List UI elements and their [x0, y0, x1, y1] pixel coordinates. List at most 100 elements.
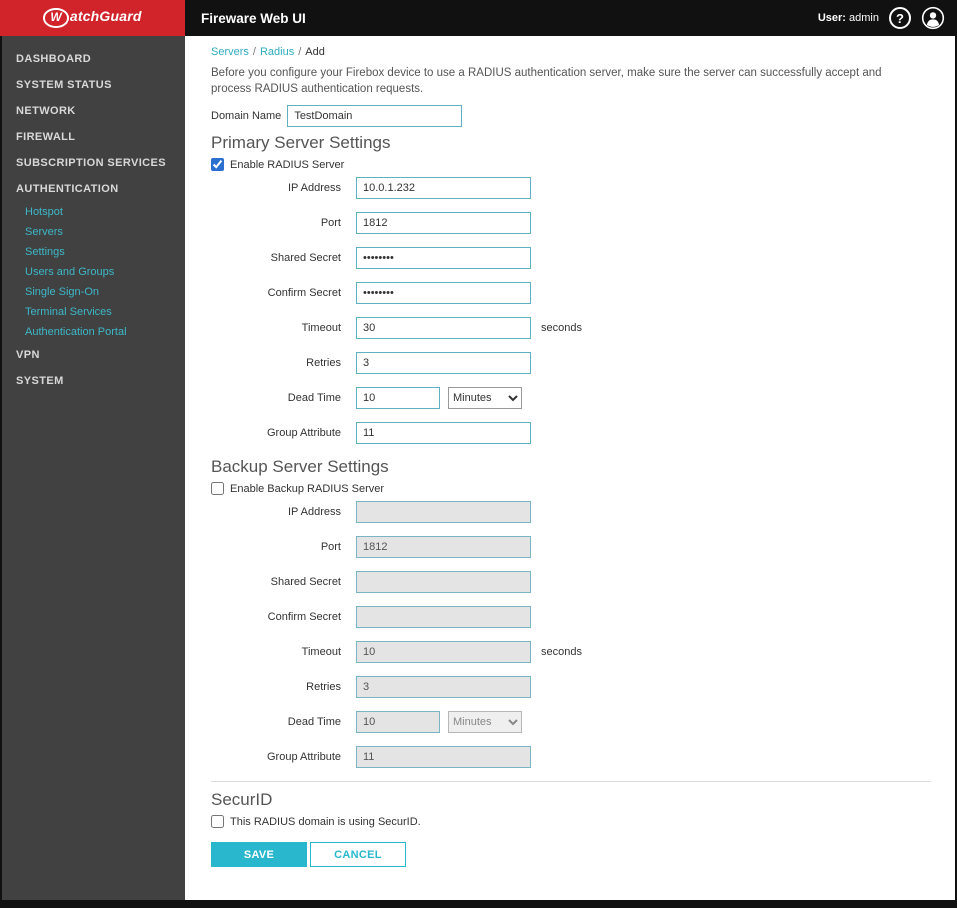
breadcrumb-radius-link[interactable]: Radius — [260, 46, 294, 58]
backup-group-attribute-input[interactable] — [356, 746, 531, 769]
sidebar-subitem-users-and-groups[interactable]: Users and Groups — [2, 262, 185, 282]
sidebar-item-system-status[interactable]: SYSTEM STATUS — [2, 72, 185, 98]
sidebar-subitem-hotspot[interactable]: Hotspot — [2, 202, 185, 222]
securid-section: SecurID This RADIUS domain is using Secu… — [211, 781, 931, 829]
backup-deadtime-row: Dead Time Minutes — [211, 711, 931, 734]
backup-ip-input[interactable] — [356, 501, 531, 524]
breadcrumb-separator: / — [298, 46, 302, 58]
backup-port-row: Port — [211, 536, 931, 559]
backup-deadtime-unit-select[interactable]: Minutes — [448, 711, 522, 734]
sidebar-item-authentication[interactable]: AUTHENTICATION — [2, 176, 185, 202]
backup-group-attribute-row: Group Attribute — [211, 746, 931, 769]
main-content: Servers / Radius / Add Before you configure … — [185, 36, 955, 900]
backup-shared-secret-label: Shared Secret — [270, 576, 341, 589]
securid-checkbox[interactable] — [211, 815, 224, 829]
save-button[interactable]: SAVE — [211, 842, 307, 868]
backup-shared-secret-row: Shared Secret — [211, 571, 931, 594]
primary-port-label: Port — [320, 217, 341, 230]
backup-group-attribute-label: Group Attribute — [267, 751, 341, 764]
enable-backup-radius-label: Enable Backup RADIUS Server — [230, 482, 385, 495]
backup-confirm-secret-row: Confirm Secret — [211, 606, 931, 629]
backup-timeout-input[interactable] — [356, 641, 531, 664]
enable-radius-row: Enable RADIUS Server — [211, 158, 931, 172]
primary-timeout-row: Timeout seconds — [211, 317, 931, 340]
primary-shared-secret-label: Shared Secret — [270, 252, 341, 265]
action-buttons: SAVE CANCEL — [211, 842, 931, 868]
backup-deadtime-input[interactable] — [356, 711, 440, 734]
cancel-button[interactable]: CANCEL — [310, 842, 406, 868]
authentication-submenu: Hotspot Servers Settings Users and Group… — [2, 202, 185, 342]
header-bar: Fireware Web UI User: admin ? — [185, 0, 957, 36]
backup-ip-label: IP Address — [288, 506, 341, 519]
securid-checkbox-label: This RADIUS domain is using SecurID. — [230, 815, 421, 828]
domain-name-label: Domain Name — [211, 110, 282, 123]
enable-radius-label: Enable RADIUS Server — [230, 158, 345, 171]
intro-text: Before you configure your Firebox device… — [211, 67, 882, 95]
primary-shared-secret-input[interactable] — [356, 247, 531, 270]
backup-retries-row: Retries — [211, 676, 931, 699]
app-title: Fireware Web UI — [201, 10, 306, 26]
breadcrumb-servers-link[interactable]: Servers — [211, 46, 249, 58]
sidebar-subitem-authentication-portal[interactable]: Authentication Portal — [2, 322, 185, 342]
sidebar-item-vpn[interactable]: VPN — [2, 342, 185, 368]
primary-timeout-suffix: seconds — [541, 322, 582, 335]
primary-section-title: Primary Server Settings — [211, 133, 391, 153]
user-account-icon[interactable] — [921, 6, 945, 30]
sidebar-item-dashboard[interactable]: DASHBOARD — [2, 46, 185, 72]
primary-deadtime-input[interactable] — [356, 387, 440, 410]
backup-port-input[interactable] — [356, 536, 531, 559]
page: WatchGuard Fireware Web UI User: admin ?… — [0, 0, 957, 908]
sidebar-item-firewall[interactable]: FIREWALL — [2, 124, 185, 150]
watchguard-logo[interactable]: WatchGuard — [0, 0, 185, 36]
securid-section-title: SecurID — [211, 790, 273, 810]
backup-ip-row: IP Address — [211, 501, 931, 524]
backup-port-label: Port — [320, 541, 341, 554]
sidebar-subitem-servers[interactable]: Servers — [2, 222, 185, 242]
primary-ip-label: IP Address — [288, 182, 341, 195]
sidebar-subitem-single-sign-on[interactable]: Single Sign-On — [2, 282, 185, 302]
breadcrumb-separator: / — [252, 46, 256, 58]
domain-name-row: Domain Name — [211, 105, 931, 128]
primary-port-row: Port — [211, 212, 931, 235]
domain-name-input[interactable] — [287, 105, 463, 128]
backup-retries-input[interactable] — [356, 676, 531, 699]
sidebar-item-network[interactable]: NETWORK — [2, 98, 185, 124]
watchguard-logo-w: W — [43, 8, 69, 28]
header-right: User: admin ? — [818, 6, 945, 30]
sidebar-subitem-terminal-services[interactable]: Terminal Services — [2, 302, 185, 322]
primary-retries-input[interactable] — [356, 352, 531, 375]
user-indicator: User: admin — [818, 12, 879, 24]
primary-confirm-secret-input[interactable] — [356, 282, 531, 305]
primary-ip-input[interactable] — [356, 177, 531, 200]
watchguard-logo-rest: atchGuard — [69, 8, 142, 25]
primary-deadtime-unit-select[interactable]: Minutes — [448, 387, 522, 410]
sidebar: DASHBOARD SYSTEM STATUS NETWORK FIREWALL… — [2, 36, 185, 900]
primary-port-input[interactable] — [356, 212, 531, 235]
sidebar-item-subscription-services[interactable]: SUBSCRIPTION SERVICES — [2, 150, 185, 176]
backup-deadtime-label: Dead Time — [287, 716, 341, 729]
watchguard-logo-text: WatchGuard — [43, 8, 142, 28]
primary-group-attribute-label: Group Attribute — [267, 427, 341, 440]
sidebar-subitem-settings[interactable]: Settings — [2, 242, 185, 262]
breadcrumb-current: Add — [305, 46, 325, 58]
primary-confirm-secret-label: Confirm Secret — [267, 287, 341, 300]
backup-confirm-secret-label: Confirm Secret — [267, 611, 341, 624]
breadcrumb: Servers / Radius / Add — [211, 46, 931, 58]
backup-timeout-row: Timeout seconds — [211, 641, 931, 664]
primary-group-attribute-input[interactable] — [356, 422, 531, 445]
backup-confirm-secret-input[interactable] — [356, 606, 531, 629]
primary-deadtime-label: Dead Time — [287, 392, 341, 405]
enable-radius-checkbox[interactable] — [211, 158, 224, 172]
user-name: admin — [849, 12, 879, 24]
primary-timeout-label: Timeout — [301, 322, 341, 335]
backup-shared-secret-input[interactable] — [356, 571, 531, 594]
backup-retries-label: Retries — [306, 681, 341, 694]
sidebar-item-system[interactable]: SYSTEM — [2, 368, 185, 394]
primary-confirm-secret-row: Confirm Secret — [211, 282, 931, 305]
primary-timeout-input[interactable] — [356, 317, 531, 340]
enable-backup-radius-checkbox[interactable] — [211, 482, 224, 496]
help-icon[interactable]: ? — [889, 7, 911, 29]
enable-backup-radius-row: Enable Backup RADIUS Server — [211, 482, 931, 496]
backup-section-title: Backup Server Settings — [211, 457, 389, 477]
primary-deadtime-row: Dead Time Minutes — [211, 387, 931, 410]
